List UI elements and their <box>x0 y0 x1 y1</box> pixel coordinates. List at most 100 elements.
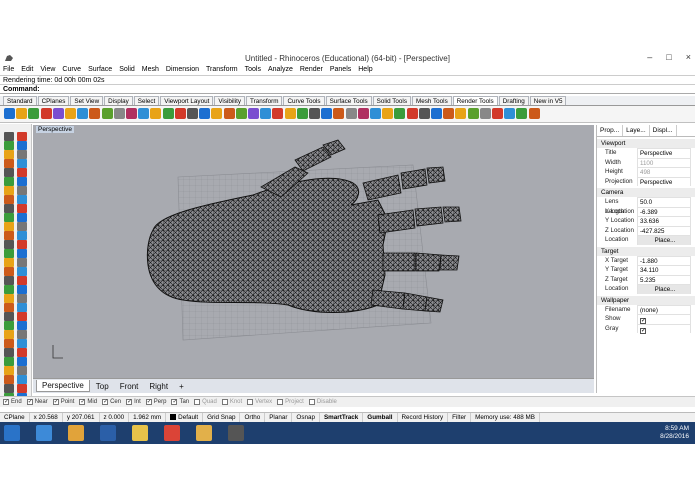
render-tool-icon[interactable] <box>370 108 381 119</box>
osnap-checkbox[interactable]: ✓ <box>145 399 152 405</box>
property-value[interactable]: 1100 <box>637 157 691 167</box>
render-tool-icon[interactable] <box>492 108 503 119</box>
property-value[interactable]: -427.825 <box>637 225 691 235</box>
left-tool-icon[interactable] <box>17 240 27 249</box>
status-planar-button[interactable]: Planar <box>265 412 293 423</box>
maximize-button[interactable]: □ <box>666 52 671 62</box>
left-tool-icon[interactable] <box>17 258 27 267</box>
toolbar-tab-drafting[interactable]: Drafting <box>498 96 529 105</box>
left-tool-icon[interactable] <box>17 195 27 204</box>
render-tool-icon[interactable] <box>418 108 430 119</box>
toolbar-tab-transform[interactable]: Transform <box>245 96 283 105</box>
render-tool-icon[interactable] <box>126 108 137 119</box>
minimize-button[interactable]: – <box>647 52 652 62</box>
left-tool-icon[interactable] <box>17 132 27 141</box>
menu-view[interactable]: View <box>40 65 55 75</box>
left-tool-icon[interactable] <box>17 150 27 159</box>
osnap-checkbox[interactable] <box>308 399 315 405</box>
left-tool-icon[interactable] <box>4 186 14 195</box>
property-checkbox[interactable]: ✓ <box>637 323 691 334</box>
rhino-taskbar-icon[interactable] <box>228 425 244 441</box>
render-tool-icon[interactable] <box>40 108 52 119</box>
render-tool-icon[interactable] <box>235 108 247 119</box>
status-grid-snap-button[interactable]: Grid Snap <box>203 412 241 423</box>
render-tool-icon[interactable] <box>309 108 320 119</box>
menu-tools[interactable]: Tools <box>245 65 261 75</box>
left-tool-icon[interactable] <box>4 204 14 213</box>
menu-surface[interactable]: Surface <box>88 65 112 75</box>
left-tool-icon[interactable] <box>17 357 27 366</box>
render-tool-icon[interactable] <box>211 108 223 119</box>
menu-help[interactable]: Help <box>358 65 372 75</box>
status-record-history-button[interactable]: Record History <box>398 412 449 423</box>
render-tool-icon[interactable] <box>345 108 357 119</box>
osnap-knot[interactable]: Knot <box>221 399 242 405</box>
toolbar-tab-cplanes[interactable]: CPlanes <box>37 96 70 105</box>
left-tool-icon[interactable] <box>4 366 14 375</box>
explorer-icon[interactable] <box>36 425 52 441</box>
toolbar-tab-viewport-layout[interactable]: Viewport Layout <box>160 96 214 105</box>
command-prompt[interactable]: Command: <box>0 84 695 94</box>
left-tool-icon[interactable] <box>4 132 14 141</box>
status-gumball-button[interactable]: Gumball <box>363 412 398 423</box>
place-button[interactable]: Place... <box>637 284 691 294</box>
osnap-checkbox[interactable]: ✓ <box>26 399 33 405</box>
add-viewport-tab-button[interactable]: + <box>174 381 189 392</box>
left-tool-icon[interactable] <box>4 177 14 186</box>
left-tool-icon[interactable] <box>4 222 14 231</box>
osnap-disable[interactable]: Disable <box>308 399 337 405</box>
render-tool-icon[interactable] <box>223 108 235 119</box>
left-tool-icon[interactable] <box>17 267 27 276</box>
chrome-icon[interactable] <box>164 425 180 441</box>
menu-edit[interactable]: Edit <box>21 65 33 75</box>
render-tool-icon[interactable] <box>138 108 150 119</box>
checkbox-checked-icon[interactable]: ✓ <box>640 327 646 334</box>
left-tool-icon[interactable] <box>17 330 27 339</box>
osnap-checkbox[interactable]: ✓ <box>79 399 85 405</box>
osnap-checkbox[interactable]: ✓ <box>3 399 9 405</box>
property-value[interactable]: 34.110 <box>637 265 691 275</box>
left-tool-icon[interactable] <box>4 339 14 348</box>
toolbar-tab-surface-tools[interactable]: Surface Tools <box>325 96 372 105</box>
osnap-checkbox[interactable] <box>247 399 254 405</box>
left-tool-icon[interactable] <box>4 168 14 177</box>
left-tool-icon[interactable] <box>4 321 14 330</box>
osnap-tan[interactable]: ✓ Tan <box>171 399 189 405</box>
photoshop-icon[interactable] <box>100 425 116 441</box>
osnap-checkbox[interactable]: ✓ <box>52 399 59 405</box>
toolbar-tab-visibility[interactable]: Visibility <box>214 96 245 105</box>
menu-dimension[interactable]: Dimension <box>166 65 199 75</box>
checkbox-checked-icon[interactable]: ✓ <box>640 318 646 324</box>
osnap-project[interactable]: Project <box>277 399 304 405</box>
property-value[interactable]: 33.636 <box>637 216 691 226</box>
left-tool-icon[interactable] <box>17 294 27 303</box>
left-tool-icon[interactable] <box>17 285 27 294</box>
left-tool-icon[interactable] <box>17 186 27 195</box>
property-value[interactable]: 498 <box>637 167 691 177</box>
media-icon[interactable] <box>68 425 84 441</box>
left-tool-icon[interactable] <box>17 384 27 393</box>
toolbar-tab-display[interactable]: Display <box>104 96 133 105</box>
status-osnap-button[interactable]: Osnap <box>292 412 320 423</box>
left-tool-icon[interactable] <box>17 177 27 186</box>
property-value[interactable]: 5.235 <box>637 274 691 284</box>
render-tool-icon[interactable] <box>516 108 528 119</box>
left-tool-icon[interactable] <box>17 375 27 384</box>
render-tool-icon[interactable] <box>443 108 455 119</box>
property-value[interactable]: -1.880 <box>637 255 691 265</box>
render-tool-icon[interactable] <box>113 108 125 119</box>
osnap-end[interactable]: ✓ End <box>3 399 22 405</box>
render-tool-icon[interactable] <box>16 108 28 119</box>
menu-panels[interactable]: Panels <box>330 65 351 75</box>
render-tool-icon[interactable] <box>528 108 540 119</box>
render-tool-icon[interactable] <box>162 108 174 119</box>
left-tool-icon[interactable] <box>4 231 14 240</box>
left-tool-icon[interactable] <box>4 303 14 312</box>
menu-render[interactable]: Render <box>300 65 323 75</box>
osnap-mid[interactable]: ✓ Mid <box>79 399 97 405</box>
left-tool-icon[interactable] <box>4 276 14 285</box>
menu-transform[interactable]: Transform <box>206 65 238 75</box>
render-tool-icon[interactable] <box>406 108 418 119</box>
render-tool-icon[interactable] <box>357 108 369 119</box>
viewport-tab-right[interactable]: Right <box>144 381 173 392</box>
